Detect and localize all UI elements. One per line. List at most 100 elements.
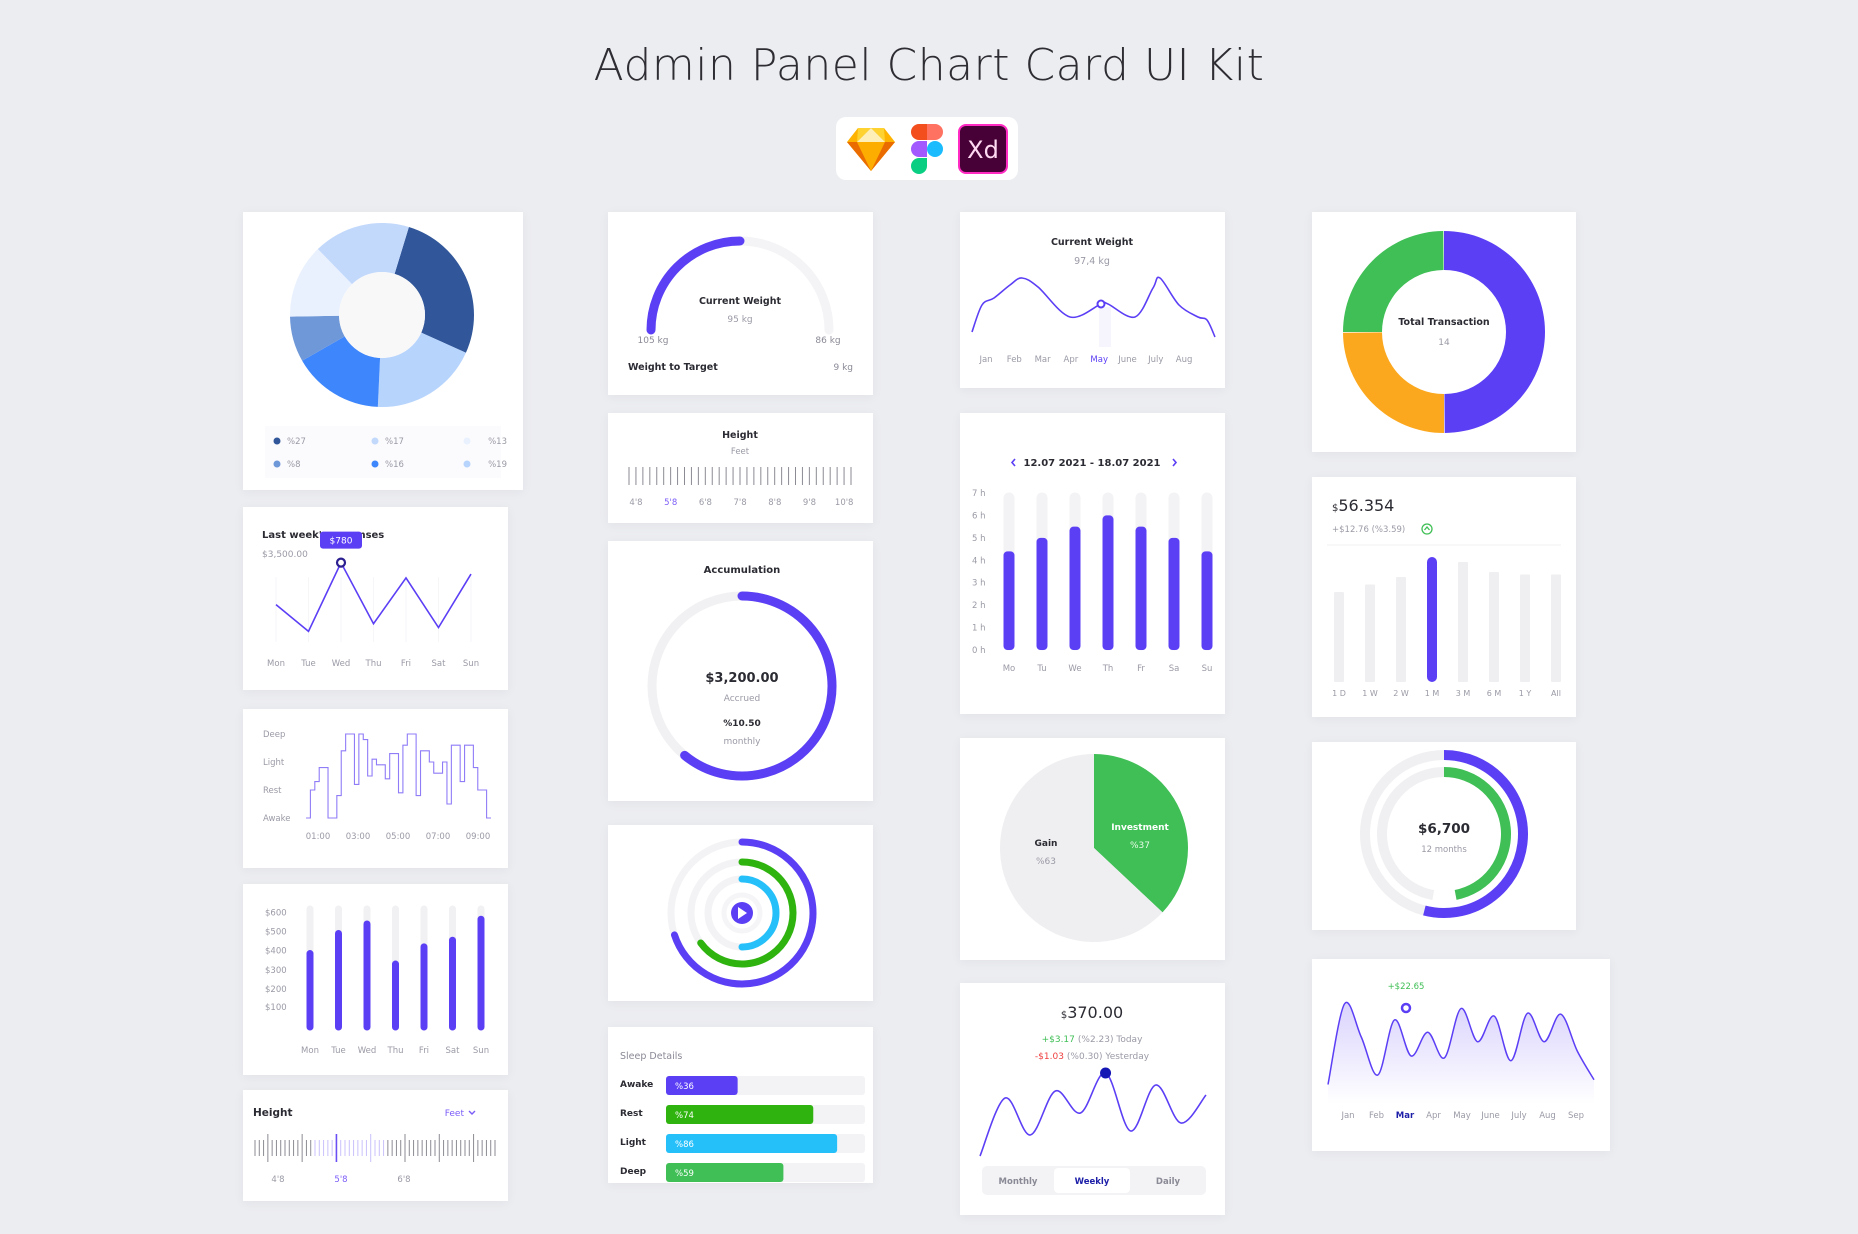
x-tick-label: Sa bbox=[1169, 664, 1180, 674]
ruler-label: 8'8 bbox=[768, 498, 781, 508]
step-line bbox=[306, 733, 491, 819]
y-tick-label: 0 h bbox=[972, 646, 986, 656]
ruler-label: 9'8 bbox=[803, 498, 816, 508]
x-tick-label: 1 W bbox=[1362, 689, 1378, 698]
legend-swatch bbox=[371, 437, 379, 445]
savings-rings-card: $6,700 12 months bbox=[1312, 742, 1576, 930]
activity-rings-card bbox=[608, 825, 873, 1001]
portfolio-value: $56.354 bbox=[1332, 496, 1394, 515]
legend-swatch bbox=[273, 437, 281, 445]
gauge-end-label: 86 kg bbox=[815, 336, 840, 346]
x-tick-label: Mo bbox=[1003, 664, 1016, 674]
highlight-point bbox=[1096, 299, 1106, 309]
bar bbox=[1334, 592, 1344, 682]
transaction-count: 14 bbox=[1438, 338, 1450, 348]
gauge-footer-label: Weight to Target bbox=[628, 362, 718, 373]
savings-caption: 12 months bbox=[1421, 845, 1467, 855]
series-line bbox=[979, 1072, 1207, 1157]
y-tick-label: Rest bbox=[263, 786, 282, 796]
highlight-point bbox=[1400, 1002, 1412, 1014]
tooltip-label: +$22.65 bbox=[1388, 982, 1425, 992]
x-tick-label: May bbox=[1090, 355, 1108, 365]
x-tick-label: May bbox=[1453, 1111, 1471, 1121]
chevron-down-icon[interactable] bbox=[468, 1110, 476, 1115]
y-tick-label: 6 h bbox=[972, 511, 986, 521]
slice-value: %63 bbox=[1036, 857, 1056, 867]
x-tick-label: Sat bbox=[432, 659, 447, 669]
portfolio-card: $56.354 +$12.76 (%3.59) 1 D 1 W 2 W 1 M 3 M 6… bbox=[1312, 477, 1576, 717]
accumulation-chart: Accumulation $3,200.00 Accrued %10.50 mo… bbox=[647, 565, 837, 781]
y-tick-label: $200 bbox=[265, 985, 287, 995]
height-ruler-chart[interactable]: Height Feet 4'8 5'8 6'8 7'8 8'8 9'8 10'8 bbox=[608, 413, 873, 523]
x-tick-label: Feb bbox=[1007, 355, 1022, 365]
x-tick-label: Sep bbox=[1568, 1111, 1584, 1121]
bar bbox=[1427, 557, 1437, 682]
y-tick-label: $400 bbox=[265, 947, 287, 957]
ring-progress bbox=[680, 591, 837, 781]
tab-daily[interactable]: Daily bbox=[1156, 1177, 1181, 1187]
x-tick-label: Aug bbox=[1539, 1111, 1556, 1121]
weight-gauge-card: Current Weight 95 kg 105 kg 86 kg Weight… bbox=[608, 212, 873, 395]
slice-value: %37 bbox=[1130, 841, 1150, 851]
x-tick-label: 3 M bbox=[1456, 689, 1471, 698]
current-weight-card: Current Weight 97,4 kg Jan Feb Mar Apr May Ju… bbox=[960, 212, 1225, 388]
legend-swatch bbox=[371, 460, 379, 468]
trend-up-icon bbox=[1421, 523, 1433, 535]
bar bbox=[1365, 584, 1375, 682]
bar bbox=[1520, 574, 1530, 682]
price-wave-chart: $370.00 +$3.17 (%2.23) Today -$1.03 (%0.30… bbox=[979, 1003, 1207, 1195]
x-tick-label: All bbox=[1551, 689, 1561, 698]
total-transaction-card: Total Transaction 14 bbox=[1312, 212, 1576, 452]
x-tick-label: Tue bbox=[300, 659, 316, 669]
gauge-value: 95 kg bbox=[727, 315, 752, 325]
x-tick-label: July bbox=[1510, 1111, 1526, 1121]
x-tick-label: Wed bbox=[358, 1046, 377, 1056]
bar-category: Light bbox=[620, 1138, 647, 1148]
legend-label: %8 bbox=[287, 460, 301, 470]
gauge-title: Current Weight bbox=[699, 296, 782, 307]
change-yesterday: -$1.03 (%0.30) Yesterday bbox=[1035, 1052, 1150, 1062]
tab-monthly[interactable]: Monthly bbox=[999, 1177, 1038, 1187]
y-tick-label: $500 bbox=[265, 928, 287, 938]
x-tick-label: Tue bbox=[330, 1046, 346, 1056]
ruler-subtitle: Feet bbox=[731, 447, 750, 457]
chevron-left-icon[interactable] bbox=[1010, 458, 1016, 467]
x-tick-label: Sun bbox=[463, 659, 479, 669]
ruler-label: 6'8 bbox=[699, 498, 712, 508]
tab-weekly[interactable]: Weekly bbox=[1075, 1177, 1110, 1187]
x-tick-label: We bbox=[1068, 664, 1081, 674]
portfolio-chart: $56.354 +$12.76 (%3.59) 1 D 1 W 2 W 1 M 3 M 6… bbox=[1327, 496, 1561, 698]
price-value: $370.00 bbox=[1061, 1003, 1123, 1022]
x-tick-label: 03:00 bbox=[346, 832, 371, 842]
x-tick-label: 1 D bbox=[1332, 689, 1346, 698]
tooltip-label: $780 bbox=[330, 537, 353, 547]
weekly-hours-chart: 12.07 2021 - 18.07 2021 0 h 1 h 2 h 3 h 4 h 5… bbox=[972, 458, 1213, 674]
accumulation-caption: Accrued bbox=[724, 694, 761, 704]
chevron-right-icon[interactable] bbox=[1172, 458, 1178, 467]
play-button[interactable] bbox=[731, 902, 753, 924]
price-amount: 370.00 bbox=[1067, 1003, 1123, 1022]
bar-label: %36 bbox=[675, 1082, 694, 1092]
x-tick-label: Jan bbox=[1340, 1111, 1354, 1121]
height-title: Height bbox=[253, 1107, 293, 1119]
y-tick-label: Awake bbox=[263, 814, 290, 824]
x-tick-label: July bbox=[1147, 355, 1163, 365]
bar-category: Deep bbox=[620, 1167, 647, 1177]
unit-select[interactable]: Feet bbox=[445, 1109, 465, 1119]
y-tick-label: 1 h bbox=[972, 624, 986, 634]
x-tick-label: 05:00 bbox=[386, 832, 411, 842]
x-tick-label: Mar bbox=[1396, 1111, 1415, 1121]
highlight-band bbox=[1099, 307, 1111, 347]
design-tools-badge: Xd bbox=[836, 117, 1018, 180]
x-tick-label: Th bbox=[1102, 664, 1114, 674]
x-tick-label: Sat bbox=[446, 1046, 461, 1056]
xd-icon-label: Xd bbox=[967, 136, 999, 164]
ruler-label: 5'8 bbox=[334, 1175, 347, 1185]
weekly-expenses-chart: Last week's expenses $3,500.00 MonTueWed… bbox=[262, 530, 479, 669]
height-ruler-card: Height Feet 4'8 5'8 6'8 7'8 8'8 9'8 10'8 bbox=[608, 413, 873, 523]
current-weight-chart: Current Weight 97,4 kg Jan Feb Mar Apr May Ju… bbox=[971, 237, 1216, 365]
highlight-point bbox=[1100, 1067, 1112, 1079]
x-tick-label: Fri bbox=[419, 1046, 429, 1056]
bar-label: %86 bbox=[675, 1140, 694, 1150]
height-slider-chart[interactable]: Height Feet 4'8 5'8 6'8 bbox=[243, 1090, 508, 1201]
